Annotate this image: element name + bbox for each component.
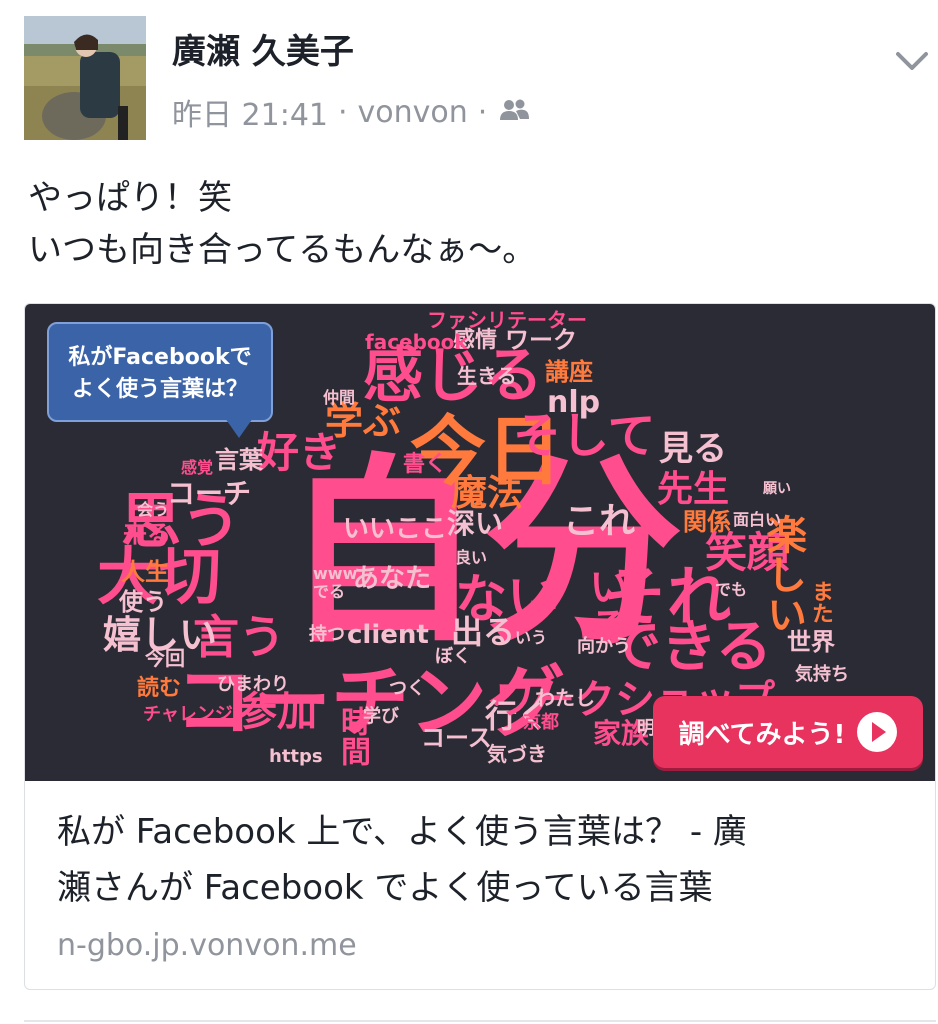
post-text: やっぱり！笑 いつも向き合ってるもんなぁ〜。	[28, 172, 536, 276]
word-cloud-word: 願い	[763, 481, 791, 497]
word-cloud-word: 会う	[137, 500, 170, 519]
word-cloud-word: ぼく	[435, 646, 471, 667]
word-cloud-word: 読む	[137, 676, 182, 701]
word-cloud-word: 関係	[683, 508, 731, 536]
meta-separator: ·	[338, 94, 348, 130]
play-icon	[857, 712, 898, 752]
word-cloud-word: 気づき	[487, 742, 547, 766]
chevron-down-icon[interactable]	[892, 46, 932, 76]
post-meta: 昨日 21:41 · vonvon ·	[172, 90, 531, 134]
word-cloud-word: 人生	[121, 558, 169, 586]
avatar-photo	[24, 16, 146, 140]
word-cloud-word: いいここ	[343, 514, 448, 544]
link-title[interactable]: 私が Facebook 上で、よく使う言葉は？ - 廣 瀬さんが Faceboo…	[57, 804, 917, 916]
bubble-line: よく使う言葉は？	[71, 377, 248, 402]
word-cloud-word: いう	[515, 628, 548, 647]
word-cloud-word: ファシリテーター	[427, 308, 587, 332]
word-cloud-word: 講座	[545, 358, 593, 386]
word-cloud-word: また	[808, 580, 833, 624]
word-cloud-word: でる	[313, 582, 346, 601]
word-cloud-word: 学び	[363, 706, 399, 727]
word-cloud-word: 学ぶ	[325, 399, 402, 443]
post-app[interactable]: vonvon	[358, 95, 468, 130]
word-cloud-word: www	[313, 564, 358, 583]
word-cloud-word: 見る	[659, 429, 727, 469]
word-cloud-word: コーチ	[167, 477, 252, 510]
word-cloud-word: 来る	[123, 520, 171, 548]
word-cloud-word: 持つ	[309, 624, 345, 645]
word-cloud-word: これ	[563, 501, 636, 542]
word-cloud-word: 面白い	[733, 510, 782, 529]
word-cloud-word: 感覚	[181, 458, 214, 477]
post-text-line: やっぱり！笑	[28, 178, 232, 218]
post-time[interactable]: 昨日 21:41	[172, 90, 328, 134]
word-cloud-word: 良い	[455, 548, 488, 567]
link-domain: n-gbo.jp.vonvon.me	[57, 928, 357, 963]
word-cloud-word: 楽しい	[760, 514, 806, 634]
word-cloud-word: 言葉	[215, 446, 263, 474]
cta-label: 調べてみよう!	[678, 719, 846, 750]
word-cloud-word: 書く	[403, 452, 448, 477]
word-cloud-word: 今回	[145, 646, 185, 670]
word-cloud-word: nlp	[547, 385, 601, 420]
word-cloud-word: 京都	[523, 712, 559, 733]
word-cloud-word: 参加	[237, 689, 317, 735]
word-cloud-word: あなた	[353, 564, 432, 594]
author-avatar[interactable]	[24, 16, 146, 140]
word-cloud-word: 生きる	[457, 364, 517, 388]
speech-bubble-tail	[225, 418, 253, 438]
word-cloud-word: コース	[421, 724, 492, 752]
divider	[24, 1020, 936, 1022]
word-cloud-word: 先生	[657, 469, 730, 510]
word-cloud-word: 気持ち	[795, 664, 849, 685]
word-cloud-word: 出る	[451, 613, 516, 651]
link-preview-card[interactable]: 自分 コーチング 今日 感じる 大切 思う それ できる そして ない 好き 学ぶ 言う 嬉しい 参加 笑顔楽…	[24, 303, 936, 990]
friends-icon	[497, 95, 531, 130]
word-cloud-word: facebook	[365, 330, 468, 354]
link-preview-image[interactable]: 自分 コーチング 今日 感じる 大切 思う それ できる そして ない 好き 学ぶ 言う 嬉しい 参加 笑顔楽…	[25, 304, 935, 781]
meta-separator: ·	[477, 94, 488, 130]
word-cloud-word: チャレンジ	[143, 704, 233, 725]
word-cloud-word: つく	[389, 678, 425, 699]
word-cloud-word: client	[347, 620, 429, 650]
word-cloud-word: https	[269, 746, 323, 767]
word-cloud-word: いる	[582, 566, 628, 646]
author-name[interactable]: 廣瀬 久美子	[172, 24, 354, 73]
link-title-line: 私が Facebook 上で、よく使う言葉は？ - 廣	[57, 812, 747, 852]
speech-bubble: 私がFacebookで よく使う言葉は？	[47, 322, 273, 422]
word-cloud-word: わたし	[535, 686, 595, 710]
word-cloud-word: ひまわり	[217, 674, 289, 695]
post-text-line: いつも向き合ってるもんなぁ〜。	[28, 230, 537, 270]
word-cloud-word: 仲間	[323, 388, 356, 407]
word-cloud-word: 使う	[119, 588, 167, 616]
bubble-line: 私がFacebookで	[68, 345, 252, 370]
word-cloud-word: 深い	[447, 507, 504, 540]
word-cloud-word: 向かう	[577, 636, 631, 657]
word-cloud-word: 世界	[787, 628, 835, 656]
word-cloud-word: でも	[715, 580, 748, 599]
link-title-line: 瀬さんが Facebook でよく使っている言葉	[57, 868, 713, 908]
cta-button[interactable]: 調べてみよう!	[653, 696, 923, 768]
